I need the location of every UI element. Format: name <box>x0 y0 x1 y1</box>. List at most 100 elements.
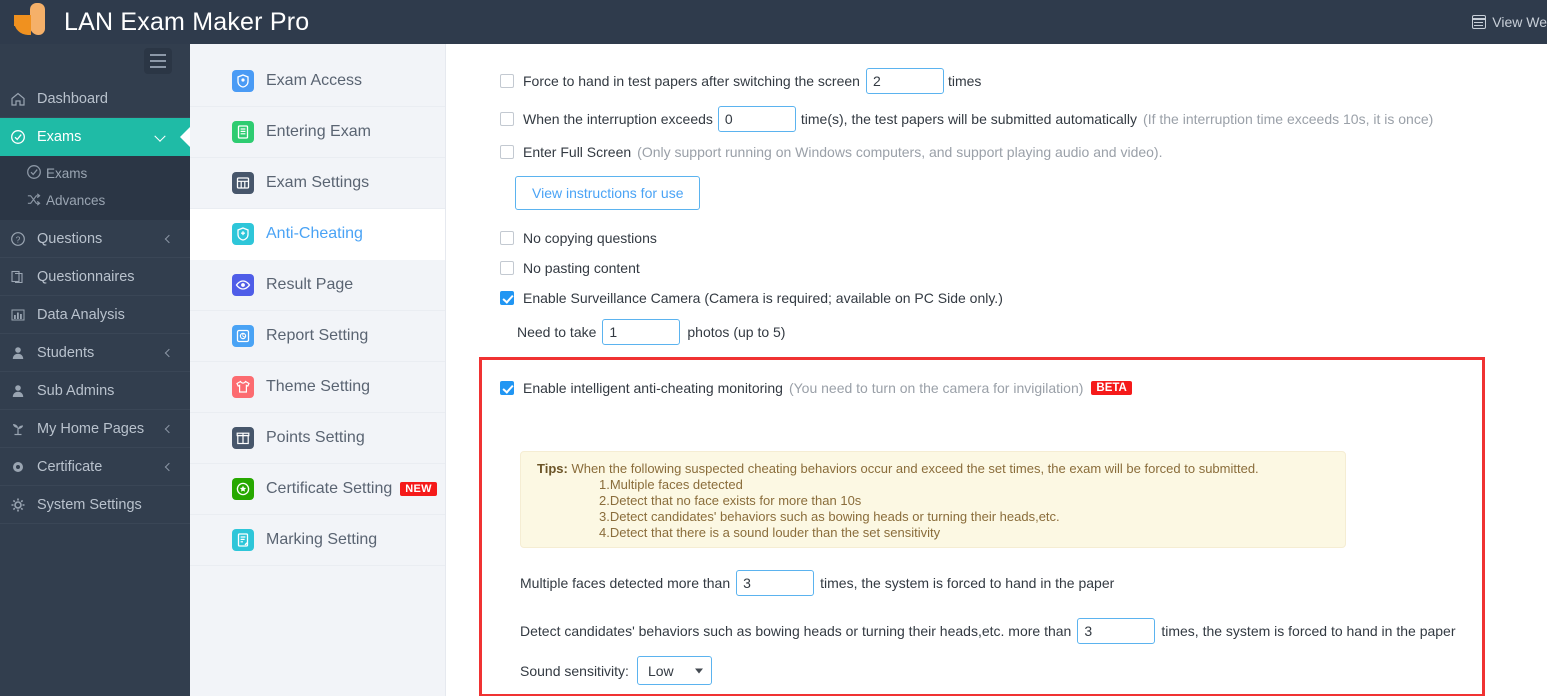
hint-interruption: (If the interruption time exceeds 10s, i… <box>1143 111 1434 127</box>
shield-location-icon <box>232 70 254 92</box>
row-no-pasting: No pasting content <box>500 260 640 276</box>
eye-icon <box>232 274 254 296</box>
secnav-item-marking-setting[interactable]: Marking Setting <box>190 515 445 566</box>
label-no-pasting: No pasting content <box>523 260 640 276</box>
secnav-item-label: Marking Setting <box>266 531 378 548</box>
row-sound-sensitivity: Sound sensitivity: Low <box>520 656 712 685</box>
label-photo-count: Need to take <box>517 324 597 340</box>
secnav-item-label: Certificate Setting <box>266 480 393 497</box>
row-no-copying: No copying questions <box>500 230 657 246</box>
label-interruption: When the interruption exceeds <box>523 111 713 127</box>
checkbox-no-pasting[interactable] <box>500 261 514 275</box>
input-switch-screen-times[interactable] <box>865 68 944 94</box>
checkbox-interruption[interactable] <box>500 112 514 126</box>
secnav-item-result-page[interactable]: Result Page <box>190 260 445 311</box>
sidebar-item-label: Questionnaires <box>37 268 135 285</box>
checkbox-surveillance-camera[interactable] <box>500 291 514 305</box>
tips-box: Tips: When the following suspected cheat… <box>520 451 1346 548</box>
sidebar-subitem-exams[interactable]: Exams <box>0 160 190 187</box>
secnav-item-label: Result Page <box>266 276 354 293</box>
row-switch-screen: Force to hand in test papers after switc… <box>500 68 981 94</box>
secnav-item-entering-exam[interactable]: Entering Exam <box>190 107 445 158</box>
gift-box-icon <box>232 427 254 449</box>
question-circle-icon: ? <box>10 231 34 247</box>
checkbox-switch-screen[interactable] <box>500 74 514 88</box>
document-list-icon <box>232 121 254 143</box>
input-photo-count[interactable] <box>602 319 681 345</box>
home-icon <box>10 91 34 107</box>
intelligent-monitoring-panel: Enable intelligent anti-cheating monitor… <box>479 357 1485 696</box>
sidebar-item-questionnaires[interactable]: Questionnaires <box>0 258 190 296</box>
secnav-item-points-setting[interactable]: Points Setting <box>190 413 445 464</box>
label-photo-count-suffix: photos (up to 5) <box>687 324 786 340</box>
label-intelligent-monitoring: Enable intelligent anti-cheating monitor… <box>523 380 783 396</box>
sidebar-item-system-settings[interactable]: System Settings <box>0 486 190 524</box>
label-surveillance-camera: Enable Surveillance Camera (Camera is re… <box>523 290 1003 306</box>
sidebar-item-label: System Settings <box>37 496 142 513</box>
input-multiple-faces-times[interactable] <box>736 570 815 596</box>
sidebar: Dashboard Exams Exams Advances? Questions Que… <box>0 44 190 696</box>
sidebar-item-label: Questions <box>37 230 103 247</box>
tips-line-1: 1.Multiple faces detected <box>599 477 743 492</box>
secondary-nav: Exam Access Entering Exam Exam Settings Ant… <box>190 44 446 696</box>
calendar-icon <box>1472 15 1487 29</box>
secnav-item-exam-access[interactable]: Exam Access <box>190 56 445 107</box>
checkbox-fullscreen[interactable] <box>500 145 514 159</box>
sidebar-item-label: Students <box>37 344 95 361</box>
chevron-left-icon <box>164 348 174 357</box>
checkbox-intelligent-monitoring[interactable] <box>500 381 514 395</box>
secnav-item-certificate-setting[interactable]: Certificate Setting NEW <box>190 464 445 515</box>
sidebar-item-exams[interactable]: Exams <box>0 118 190 156</box>
label-sound-sensitivity: Sound sensitivity: <box>520 662 629 679</box>
secnav-item-report-setting[interactable]: Report Setting <box>190 311 445 362</box>
sidebar-item-students[interactable]: Students <box>0 334 190 372</box>
secnav-item-anti-cheating[interactable]: Anti-Cheating <box>190 209 445 260</box>
user-icon <box>10 345 34 361</box>
certificate-star-icon <box>232 478 254 500</box>
tips-intro-line: Tips: When the following suspected cheat… <box>537 461 1345 477</box>
sidebar-item-label: Certificate <box>37 458 103 475</box>
label-fullscreen: Enter Full Screen <box>523 144 632 160</box>
view-web-link[interactable]: View We <box>1472 14 1547 30</box>
sidebar-item-my-home-pages[interactable]: My Home Pages <box>0 410 190 448</box>
user-icon <box>10 383 34 399</box>
view-web-label: View We <box>1492 14 1547 30</box>
secnav-item-label: Points Setting <box>266 429 365 446</box>
input-interruption-times[interactable] <box>717 106 796 132</box>
sidebar-item-questions[interactable]: ? Questions <box>0 220 190 258</box>
label-behavior-detection: Detect candidates' behaviors such as bow… <box>520 623 1072 639</box>
check-circle-icon <box>10 129 34 145</box>
report-icon <box>232 325 254 347</box>
sound-sensitivity-select[interactable]: Low <box>636 656 712 685</box>
secondary-nav-spacer <box>190 44 445 56</box>
secnav-item-label: Exam Access <box>266 72 363 89</box>
app-logo[interactable] <box>0 0 60 44</box>
sidebar-item-dashboard[interactable]: Dashboard <box>0 80 190 118</box>
secnav-item-label: Report Setting <box>266 327 369 344</box>
hamburger-menu-icon[interactable] <box>144 48 172 74</box>
main-content: Force to hand in test papers after switc… <box>447 44 1547 696</box>
secnav-item-label: Theme Setting <box>266 378 371 395</box>
view-instructions-button[interactable]: View instructions for use <box>515 176 701 210</box>
sidebar-item-sub-admins[interactable]: Sub Admins <box>0 372 190 410</box>
secnav-item-exam-settings[interactable]: Exam Settings <box>190 158 445 209</box>
sidebar-item-label: Dashboard <box>37 90 108 107</box>
secnav-item-label: Entering Exam <box>266 123 371 140</box>
checkbox-no-copying[interactable] <box>500 231 514 245</box>
beta-badge: BETA <box>1091 381 1132 395</box>
copy-files-icon <box>10 269 34 285</box>
sidebar-subitem-advances[interactable]: Advances <box>0 187 190 214</box>
secnav-item-theme-setting[interactable]: Theme Setting <box>190 362 445 413</box>
sidebar-item-certificate[interactable]: Certificate <box>0 448 190 486</box>
marking-doc-icon <box>232 529 254 551</box>
tips-line-3: 3.Detect candidates' behaviors such as b… <box>599 509 1060 524</box>
sidebar-item-data-analysis[interactable]: Data Analysis <box>0 296 190 334</box>
row-behavior-detection: Detect candidates' behaviors such as bow… <box>520 618 1456 644</box>
tshirt-icon <box>232 376 254 398</box>
row-interruption: When the interruption exceeds time(s), t… <box>500 106 1433 132</box>
input-behavior-times[interactable] <box>1077 618 1156 644</box>
label-switch-screen: Force to hand in test papers after switc… <box>523 73 860 89</box>
sidebar-item-label: My Home Pages <box>37 420 145 437</box>
shuffle-icon <box>26 192 46 210</box>
gear-icon <box>10 497 34 513</box>
